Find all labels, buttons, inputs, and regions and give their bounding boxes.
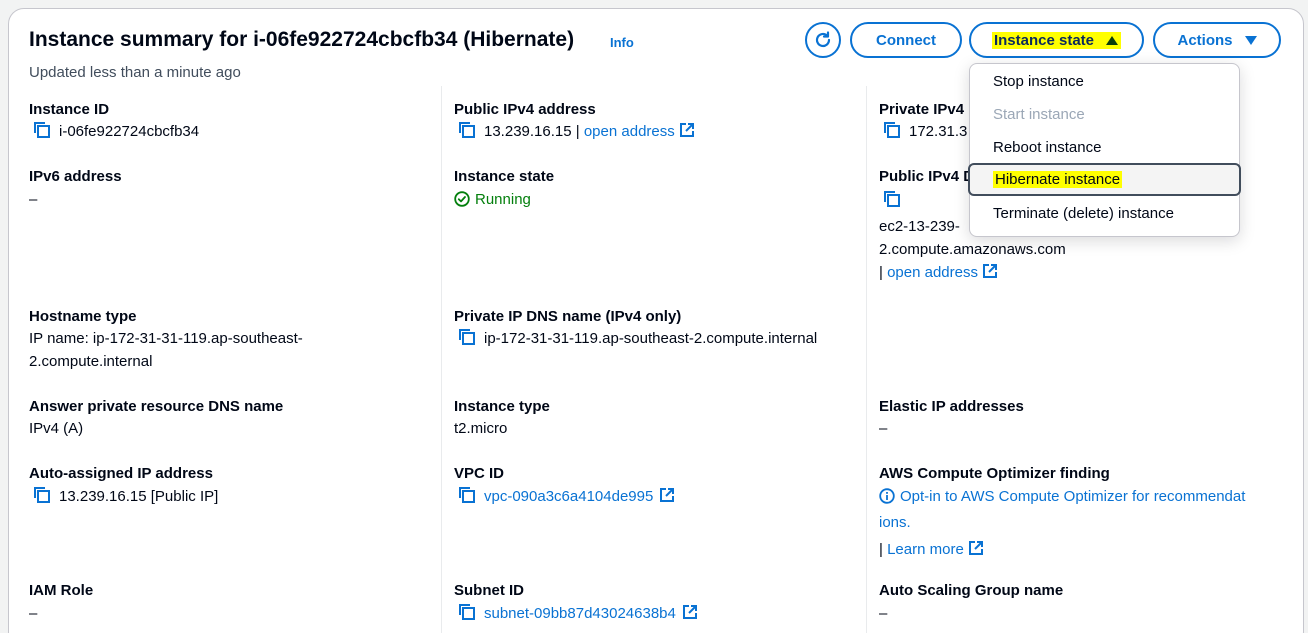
private-ipv4-label: Private IPv4 bbox=[879, 101, 965, 118]
vpc-id-value: vpc-090a3c6a4104de995 bbox=[458, 485, 675, 511]
instance-type-value: t2.micro bbox=[454, 420, 508, 437]
vpc-link[interactable]: vpc-090a3c6a4104de995 bbox=[484, 488, 653, 505]
iam-role-value: – bbox=[29, 605, 38, 622]
updated-text: Updated less than a minute ago bbox=[29, 64, 241, 81]
column-divider bbox=[866, 86, 867, 633]
subnet-id-value: subnet-09bb87d43024638b4 bbox=[458, 602, 698, 628]
auto-ip-label: Auto-assigned IP address bbox=[29, 465, 213, 482]
open-address-link[interactable]: open address bbox=[887, 264, 978, 281]
instance-state-button[interactable]: Instance state bbox=[969, 22, 1144, 58]
optimizer-label: AWS Compute Optimizer finding bbox=[879, 465, 1110, 482]
private-dns-value: ip-172-31-31-119.ap-southeast-2.compute.… bbox=[458, 327, 817, 353]
ipv6-value: – bbox=[29, 191, 38, 208]
actions-button[interactable]: Actions bbox=[1153, 22, 1281, 58]
elastic-ip-label: Elastic IP addresses bbox=[879, 398, 1024, 415]
subnet-link[interactable]: subnet-09bb87d43024638b4 bbox=[484, 605, 676, 622]
menu-item-hibernate[interactable]: Hibernate instance bbox=[968, 163, 1241, 196]
copy-icon[interactable] bbox=[883, 190, 901, 215]
refresh-button[interactable] bbox=[805, 22, 841, 58]
external-link-icon bbox=[659, 487, 675, 510]
copy-icon[interactable] bbox=[458, 328, 476, 353]
auto-ip-value: 13.239.16.15 [Public IP] bbox=[33, 485, 218, 511]
connect-button[interactable]: Connect bbox=[850, 22, 962, 58]
asg-label: Auto Scaling Group name bbox=[879, 582, 1064, 599]
info-circle-icon bbox=[879, 488, 895, 511]
instance-id-label: Instance ID bbox=[29, 101, 110, 118]
open-address-link[interactable]: open address bbox=[584, 123, 675, 140]
info-link[interactable]: Info bbox=[610, 35, 634, 50]
asg-value: – bbox=[879, 605, 888, 622]
instance-state-menu: Stop instance Start instance Reboot inst… bbox=[968, 63, 1241, 237]
refresh-icon bbox=[815, 31, 831, 48]
copy-icon[interactable] bbox=[458, 486, 476, 511]
copy-icon[interactable] bbox=[33, 121, 51, 146]
copy-icon[interactable] bbox=[883, 121, 901, 146]
menu-item-start: Start instance bbox=[993, 106, 1085, 123]
instance-state-value: Running bbox=[454, 188, 531, 214]
check-circle-icon bbox=[454, 191, 470, 214]
instance-state-label: Instance state bbox=[454, 168, 555, 185]
caret-up-icon bbox=[1096, 31, 1122, 49]
private-dns-label: Private IP DNS name (IPv4 only) bbox=[454, 308, 682, 325]
external-link-icon bbox=[968, 540, 984, 563]
external-link-icon bbox=[679, 122, 695, 145]
learn-more-link[interactable]: Learn more bbox=[887, 541, 964, 558]
instance-type-label: Instance type bbox=[454, 398, 550, 415]
hostname-type-value: IP name: ip-172-31-31-119.ap-southeast- … bbox=[29, 330, 303, 370]
external-link-icon bbox=[982, 263, 998, 286]
copy-icon[interactable] bbox=[33, 486, 51, 511]
private-ipv4-value: 172.31.3 bbox=[883, 120, 967, 146]
vpc-id-label: VPC ID bbox=[454, 465, 505, 482]
page-title: Instance summary for i-06fe922724cbcfb34… bbox=[29, 28, 575, 51]
ipv6-label: IPv6 address bbox=[29, 168, 122, 185]
optimizer-link[interactable]: Opt-in to AWS Compute Optimizer for reco… bbox=[879, 485, 1299, 511]
answer-dns-value: IPv4 (A) bbox=[29, 420, 84, 437]
optimizer-value: Opt-in to AWS Compute Optimizer for reco… bbox=[879, 485, 1299, 563]
public-ipv4-label: Public IPv4 address bbox=[454, 101, 596, 118]
menu-item-terminate[interactable]: Terminate (delete) instance bbox=[970, 197, 1239, 230]
external-link-icon bbox=[682, 604, 698, 627]
elastic-ip-value: – bbox=[879, 420, 888, 437]
copy-icon[interactable] bbox=[458, 121, 476, 146]
menu-item-reboot[interactable]: Reboot instance bbox=[970, 131, 1239, 164]
menu-item-stop[interactable]: Stop instance bbox=[970, 65, 1239, 98]
hostname-type-label: Hostname type bbox=[29, 308, 137, 325]
iam-role-label: IAM Role bbox=[29, 582, 94, 599]
column-divider bbox=[441, 86, 442, 633]
public-ipv4-value: 13.239.16.15 | open address bbox=[458, 120, 695, 146]
subnet-id-label: Subnet ID bbox=[454, 582, 524, 599]
instance-state-label: Instance state bbox=[991, 31, 1097, 49]
caret-down-icon bbox=[1244, 35, 1257, 45]
public-dns-label: Public IPv4 D bbox=[879, 168, 975, 185]
instance-id-value: i-06fe922724cbcfb34 bbox=[33, 120, 199, 146]
answer-dns-label: Answer private resource DNS name bbox=[29, 398, 284, 415]
copy-icon[interactable] bbox=[458, 603, 476, 628]
